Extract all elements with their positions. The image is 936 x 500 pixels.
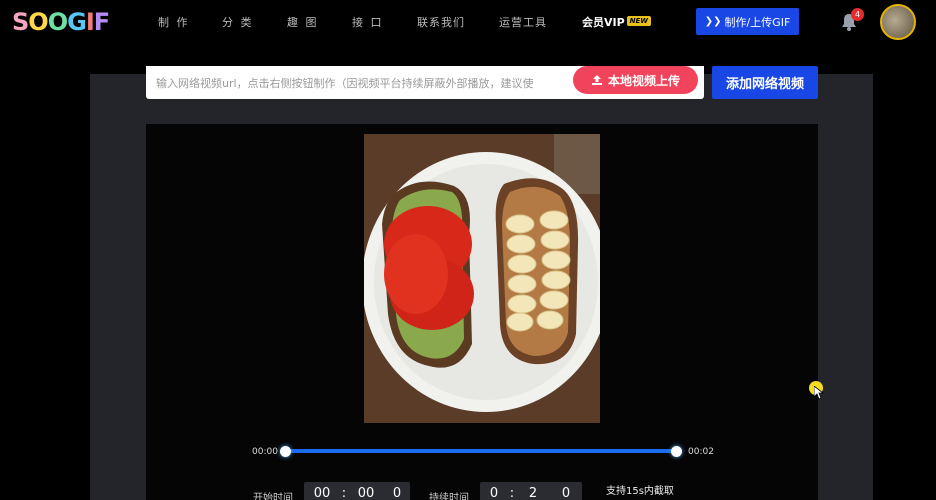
- top-navbar: S O O G I F 制 作 分 类 趣 图 接 口 联系我们 运营工具 会员…: [0, 0, 936, 44]
- duration-minutes[interactable]: 0: [480, 486, 508, 500]
- nav-make[interactable]: 制 作: [158, 14, 190, 30]
- logo-letter: I: [85, 8, 95, 36]
- logo-letter: F: [93, 8, 110, 36]
- time-separator: :: [341, 485, 347, 500]
- timeline-start-handle[interactable]: [280, 446, 291, 457]
- make-button-label: 制作/上传GIF: [724, 15, 791, 29]
- logo-letter: O: [47, 8, 68, 36]
- logo-letter: G: [67, 8, 87, 36]
- start-time-fraction[interactable]: 0: [384, 486, 410, 500]
- local-upload-label: 本地视频上传: [607, 73, 680, 88]
- duration-label: 持续时间: [429, 493, 469, 500]
- timeline-end-handle[interactable]: [671, 446, 682, 457]
- local-video-upload-button[interactable]: 本地视频上传: [573, 66, 698, 94]
- make-upload-gif-button[interactable]: ❯❯ 制作/上传GIF: [696, 8, 799, 35]
- upload-icon: [591, 75, 602, 85]
- user-avatar[interactable]: [880, 4, 916, 40]
- soogif-logo[interactable]: S O O G I F: [12, 6, 110, 38]
- timeline-track[interactable]: [285, 449, 677, 453]
- new-badge: NEW: [626, 16, 652, 26]
- timeline-start-label: 00:00: [252, 447, 278, 457]
- start-time-label: 开始时间: [253, 493, 293, 500]
- nav-vip[interactable]: 会员VIP NEW: [582, 14, 652, 30]
- mouse-pointer-icon: [814, 386, 824, 400]
- notification-badge: 4: [851, 8, 864, 21]
- nav-contact-us[interactable]: 联系我们: [417, 14, 465, 30]
- timeline-end-label: 00:02: [688, 447, 714, 457]
- video-frame[interactable]: [364, 134, 600, 423]
- vip-label: 会员VIP: [582, 16, 625, 29]
- max-duration-note: 支持15s内截取: [606, 486, 674, 497]
- start-time-minutes[interactable]: 00: [304, 486, 340, 500]
- nav-operation-tools[interactable]: 运营工具: [499, 14, 547, 30]
- duration-input[interactable]: 0 : 2 0: [480, 482, 582, 500]
- time-separator: :: [509, 485, 515, 500]
- add-network-video-button[interactable]: 添加网络视频: [712, 66, 818, 99]
- nav-category[interactable]: 分 类: [222, 14, 254, 30]
- logo-letter: O: [28, 8, 48, 36]
- nav-api[interactable]: 接 口: [352, 14, 384, 30]
- duration-seconds[interactable]: 2: [516, 486, 550, 500]
- video-thumbnail-image: [364, 134, 600, 423]
- duration-fraction[interactable]: 0: [550, 486, 582, 500]
- start-time-input[interactable]: 00 : 00 0: [304, 482, 410, 500]
- loop-icon: ❯❯: [704, 16, 722, 27]
- logo-letter: S: [12, 8, 29, 36]
- nav-fun-images[interactable]: 趣 图: [287, 14, 319, 30]
- start-time-seconds[interactable]: 00: [348, 486, 384, 500]
